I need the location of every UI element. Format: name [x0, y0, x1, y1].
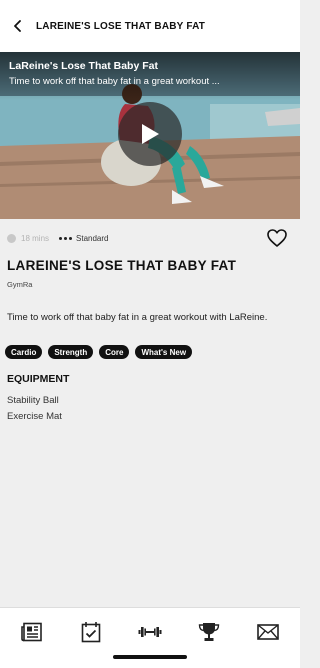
play-icon	[142, 124, 159, 144]
video-title: LaReine's Lose That Baby Fat	[9, 60, 158, 72]
home-indicator	[113, 655, 187, 659]
equipment-item: Exercise Mat	[7, 411, 62, 422]
level-dots-icon	[59, 236, 73, 240]
equipment-list: Stability Ball Exercise Mat	[7, 393, 62, 425]
tag-core[interactable]: Core	[99, 345, 130, 359]
workout-author: GymRa	[7, 280, 33, 289]
tab-workouts[interactable]	[138, 620, 162, 644]
tag-strength[interactable]: Strength	[48, 345, 94, 359]
video-subtitle: Time to work off that baby fat in a grea…	[9, 76, 220, 87]
play-button[interactable]	[118, 102, 182, 166]
dumbbell-icon	[138, 627, 162, 637]
mail-icon	[257, 624, 279, 640]
top-bar: LAREINE'S LOSE THAT BABY FAT	[0, 0, 300, 52]
heart-icon	[267, 229, 287, 247]
workout-description: Time to work off that baby fat in a grea…	[7, 312, 268, 323]
equipment-heading: EQUIPMENT	[7, 373, 70, 385]
page-title: LAREINE'S LOSE THAT BABY FAT	[36, 20, 206, 32]
trophy-icon	[198, 623, 220, 641]
tab-achievements[interactable]	[197, 620, 221, 644]
tag-cardio[interactable]: Cardio	[5, 345, 43, 359]
tab-messages[interactable]	[256, 620, 280, 644]
tab-schedule[interactable]	[79, 620, 103, 644]
calendar-check-icon	[81, 622, 101, 643]
back-arrow-icon	[14, 20, 21, 32]
workout-title: LAREINE'S LOSE THAT BABY FAT	[7, 258, 237, 273]
equipment-item: Stability Ball	[7, 395, 59, 406]
workout-meta: 18 mins Standard	[7, 228, 288, 248]
duration: 18 mins	[21, 233, 50, 243]
tag-whats-new[interactable]: What's New	[135, 345, 193, 359]
tab-news[interactable]	[20, 620, 44, 644]
newspaper-icon	[21, 622, 42, 642]
clock-icon	[7, 233, 16, 243]
back-button[interactable]	[0, 0, 36, 52]
favorite-button[interactable]	[266, 228, 288, 248]
tag-list: Cardio Strength Core What's New	[5, 345, 193, 359]
video-player[interactable]: LaReine's Lose That Baby Fat Time to wor…	[0, 52, 300, 219]
level: Standard	[76, 233, 109, 243]
